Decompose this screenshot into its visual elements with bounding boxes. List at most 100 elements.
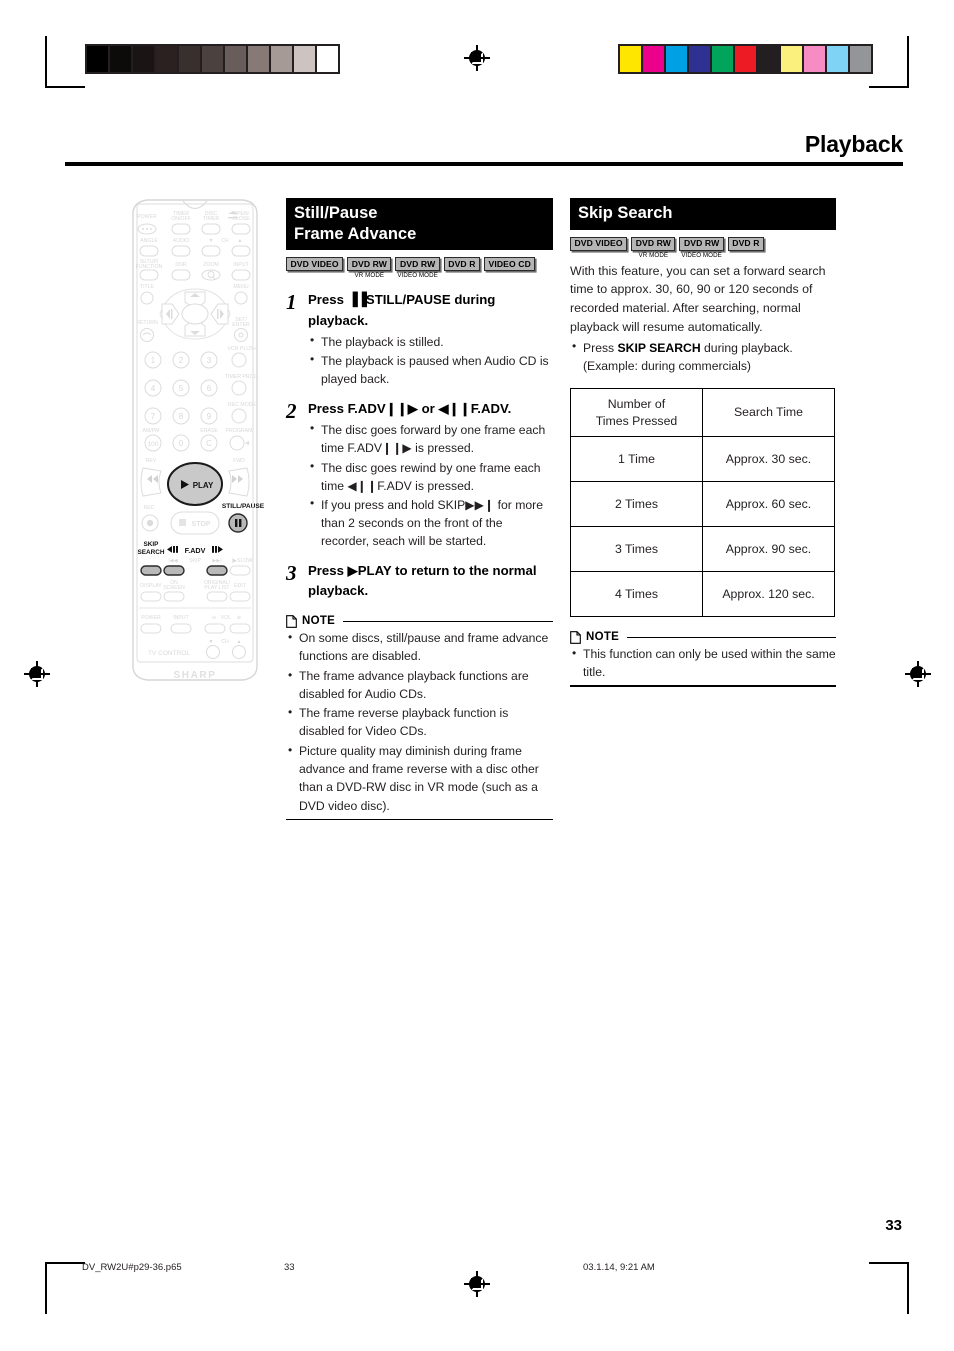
section-heading-line-1: Still/Pause [294, 204, 378, 222]
svg-text:DISPLAY: DISPLAY [140, 583, 162, 589]
svg-text:C: C [206, 439, 212, 448]
svg-text:ANGLE: ANGLE [140, 238, 158, 244]
color-swatch-8 [804, 46, 825, 72]
disc-badge-label: DVD RW [395, 257, 440, 272]
svg-text:▲: ▲ [236, 639, 241, 645]
svg-text:5: 5 [179, 384, 184, 393]
disc-badge-dvd-rw: DVD RW VIDEO MODE [679, 236, 724, 259]
svg-text:VCR PLUS+: VCR PLUS+ [228, 346, 257, 352]
color-swatch-5 [202, 46, 223, 72]
color-swatch-10 [850, 46, 871, 72]
color-swatch-7 [781, 46, 802, 72]
step-1-number: 1 [286, 290, 297, 315]
cell-times-pressed: 3 Times [570, 525, 703, 572]
note-block-right: NOTE This function can only be used with… [570, 630, 836, 687]
color-swatch-1 [110, 46, 131, 72]
document-icon [570, 630, 581, 644]
disc-badge-label: DVD VIDEO [286, 257, 344, 272]
section-heading-line-2: Frame Advance [294, 224, 417, 243]
column-header-search-time: Search Time [702, 388, 835, 437]
cell-times-pressed: 1 Time [570, 435, 703, 482]
svg-text:6: 6 [207, 384, 212, 393]
cell-search-time: Approx. 120 sec. [702, 570, 835, 617]
note-footer-rule [570, 685, 836, 687]
disc-badge-label: DVD VIDEO [570, 236, 628, 251]
list-item: The disc goes rewind by one frame each t… [308, 458, 553, 495]
color-swatch-0 [620, 46, 641, 72]
skip-search-key-label: SKIP SEARCH [617, 341, 701, 356]
svg-text:STILL/PAUSE: STILL/PAUSE [222, 503, 265, 510]
disc-badge-label: DVD RW [679, 236, 724, 251]
svg-text:CLOSE: CLOSE [232, 216, 250, 222]
color-swatch-8 [271, 46, 292, 72]
color-swatch-10 [317, 46, 338, 72]
svg-text:POWER: POWER [137, 214, 157, 220]
disc-type-badges-left: DVD VIDEO DVD RW VR MODE DVD RW VIDEO MODE DV… [286, 257, 553, 279]
svg-text:1: 1 [151, 356, 156, 365]
process-colorbar [618, 44, 873, 74]
step-3-number: 3 [286, 561, 297, 586]
disc-badge-sublabel: VIDEO MODE [397, 272, 438, 280]
note-block-left: NOTE On some discs, still/pause and fram… [286, 615, 553, 821]
step-1: 1 Press ▐▐STILL/PAUSE during playback. T… [286, 290, 553, 388]
registration-mark-bottom [464, 1271, 490, 1297]
svg-text:▲: ▲ [237, 238, 242, 244]
svg-text:SCREEN: SCREEN [163, 585, 185, 591]
svg-text:⊖: ⊖ [212, 615, 216, 621]
disc-badge-dvd-r: DVD R [443, 257, 481, 272]
footer-page: 33 [284, 1262, 295, 1273]
skip-search-time-table: Number of Times Pressed Search Time 1 Tim… [570, 388, 835, 617]
svg-text:REV: REV [146, 458, 157, 464]
disc-type-badges-right: DVD VIDEO DVD RW VR MODE DVD RW VIDEO MODE DV… [570, 236, 836, 259]
cell-search-time: Approx. 90 sec. [702, 525, 835, 572]
document-icon [286, 615, 297, 628]
disc-badge-label: DVD RW [347, 257, 392, 272]
color-swatch-6 [225, 46, 246, 72]
step-1-title: Press ▐▐STILL/PAUSE during playback. [308, 292, 496, 329]
svg-text:7: 7 [151, 412, 156, 421]
pause-glyph: ▐▐ [347, 293, 367, 309]
crop-mark-bl-h [45, 1262, 85, 1264]
svg-text:9: 9 [207, 412, 212, 421]
table-header-row: Number of Times Pressed Search Time [570, 388, 835, 437]
note-list-right: This function can only be used within th… [570, 644, 836, 682]
step-2-bullets: The disc goes forward by one frame each … [308, 420, 553, 550]
svg-text:ENTER: ENTER [232, 322, 250, 328]
svg-text:TV CONTROL: TV CONTROL [148, 650, 190, 657]
list-item: Picture quality may diminish during fram… [286, 741, 553, 815]
color-swatch-9 [294, 46, 315, 72]
svg-text:PLAY LIST: PLAY LIST [204, 585, 230, 591]
page-title: Playback [804, 131, 903, 157]
svg-text:POWER: POWER [141, 615, 161, 621]
svg-text:FUNCTION: FUNCTION [136, 264, 163, 270]
color-swatch-2 [133, 46, 154, 72]
svg-text:SKIP: SKIP [144, 541, 160, 548]
note-header: NOTE [570, 630, 836, 644]
svg-text:TIMER: TIMER [203, 216, 219, 222]
svg-text:2: 2 [179, 356, 184, 365]
table-row: 1 Time Approx. 30 sec. [570, 435, 835, 482]
color-swatch-9 [827, 46, 848, 72]
disc-badge-label: DVD R [727, 236, 765, 251]
color-swatch-1 [643, 46, 664, 72]
svg-text:|▶SLOW: |▶SLOW [232, 558, 253, 564]
page-number: 33 [885, 1217, 902, 1234]
crop-mark-br-h [869, 1262, 909, 1264]
registration-mark-left [24, 661, 50, 687]
svg-text:▶▶|: ▶▶| [212, 558, 221, 564]
note-label: NOTE [586, 631, 620, 644]
svg-text:MENU: MENU [233, 284, 249, 290]
step-3: 3 Press ▶PLAY to return to the normal pl… [286, 561, 553, 601]
note-list-left: On some discs, still/pause and frame adv… [286, 628, 553, 815]
cell-times-pressed: 2 Times [570, 480, 703, 527]
svg-text:F.ADV: F.ADV [185, 546, 206, 555]
svg-text:PROGRAM: PROGRAM [226, 428, 253, 434]
svg-text:CH: CH [221, 238, 229, 244]
header-rule [65, 162, 903, 166]
svg-text:4: 4 [151, 384, 156, 393]
svg-text:▼: ▼ [208, 639, 213, 645]
svg-text:STOP: STOP [192, 521, 211, 528]
disc-badge-dvd-rw: DVD RW VIDEO MODE [395, 257, 440, 280]
footer-timestamp: 03.1.14, 9:21 AM [583, 1262, 655, 1273]
svg-text:|◀◀: |◀◀ [168, 558, 177, 564]
